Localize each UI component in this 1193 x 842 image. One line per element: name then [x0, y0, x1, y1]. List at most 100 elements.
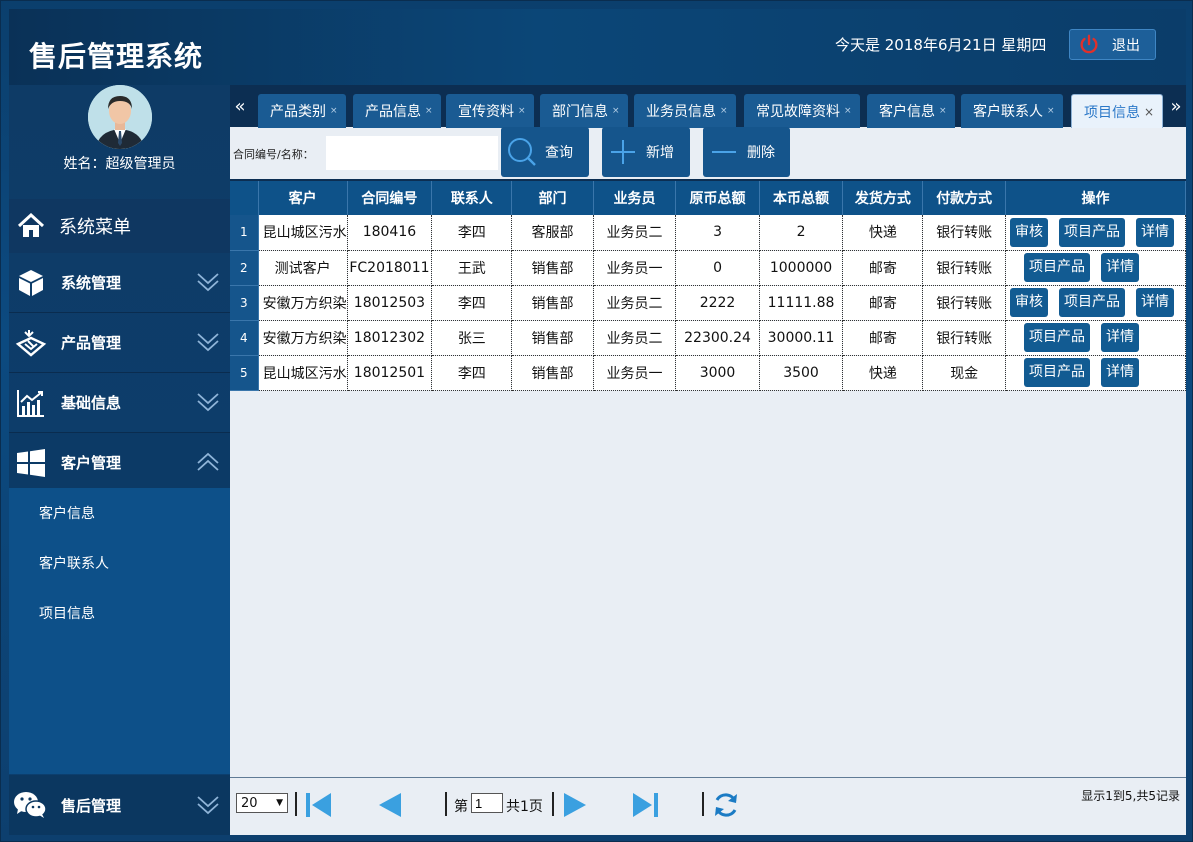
- chart-icon: [15, 387, 47, 419]
- column-header[interactable]: 联系人: [431, 181, 513, 215]
- app-title: 售后管理系统: [29, 40, 204, 73]
- cell-ship: 邮寄: [842, 285, 924, 321]
- table-row[interactable]: 3 安徽万方织染 18012503 李四 销售部 业务员二 2222 11111…: [230, 285, 1186, 321]
- project-products-button[interactable]: 项目产品: [1058, 217, 1125, 247]
- tab-label: 常见故障资料: [756, 104, 840, 120]
- cell-contract: 180416: [347, 215, 433, 251]
- tab-product-category[interactable]: 产品类别 ×: [258, 94, 346, 128]
- table-row[interactable]: 1 昆山城区污水 180416 李四 客服部 业务员二 3 2 快递 银行转账 …: [230, 215, 1186, 251]
- search-icon: [508, 138, 536, 166]
- close-icon[interactable]: ×: [425, 106, 433, 116]
- tab-promo-material[interactable]: 宣传资料 ×: [446, 94, 534, 128]
- dropdown-arrow-icon: ▼: [276, 798, 283, 808]
- column-header[interactable]: 合同编号: [347, 181, 433, 215]
- close-icon[interactable]: ×: [330, 106, 338, 116]
- tab-customer-info[interactable]: 客户信息 ×: [867, 94, 955, 128]
- cell-dept: 销售部: [511, 285, 594, 321]
- column-header[interactable]: 付款方式: [922, 181, 1006, 215]
- pager-separator: [295, 792, 297, 816]
- close-icon[interactable]: ×: [939, 106, 947, 116]
- close-icon[interactable]: ×: [1144, 105, 1154, 119]
- column-header[interactable]: 客户: [258, 181, 348, 215]
- close-icon[interactable]: ×: [1047, 106, 1055, 116]
- cell-sales: 业务员二: [593, 320, 677, 356]
- page-size-select[interactable]: 20 ▼: [236, 793, 288, 813]
- cell-customer: 昆山城区污水: [258, 355, 348, 391]
- tab-label: 产品信息: [365, 104, 421, 120]
- tab-scroll-right[interactable]: »: [1166, 95, 1186, 119]
- system-menu-title: 系统菜单: [9, 199, 230, 253]
- menu-group-system[interactable]: 系统管理: [9, 253, 230, 313]
- column-header[interactable]: 原币总额: [675, 181, 760, 215]
- plus-icon: [611, 140, 635, 164]
- add-button[interactable]: 新增: [602, 127, 690, 177]
- column-header[interactable]: 业务员: [593, 181, 677, 215]
- cell-contract: 18012501: [347, 355, 433, 391]
- approve-button[interactable]: 审核: [1009, 288, 1048, 317]
- cell-local-total: 11111.88: [759, 285, 844, 321]
- project-products-button[interactable]: 项目产品: [1023, 253, 1090, 282]
- chevron-down-icon: [197, 333, 219, 352]
- close-icon[interactable]: ×: [612, 106, 620, 116]
- cell-contact: 李四: [431, 215, 513, 251]
- first-page-icon[interactable]: [303, 790, 333, 820]
- cell-local-total: 1000000: [759, 250, 844, 286]
- details-button[interactable]: 详情: [1135, 217, 1174, 247]
- record-info: 显示1到5,共5记录: [1081, 789, 1180, 803]
- user-profile: 姓名：超级管理员: [9, 85, 230, 197]
- details-button[interactable]: 详情: [1135, 288, 1174, 317]
- cell-local-total: 3500: [759, 355, 844, 391]
- table-row[interactable]: 2 测试客户 FC2018011 王武 销售部 业务员一 0 1000000 邮…: [230, 250, 1186, 286]
- cell-sales: 业务员二: [593, 285, 677, 321]
- close-icon[interactable]: ×: [844, 106, 852, 116]
- submenu-customer-info[interactable]: 客户信息: [9, 488, 230, 538]
- menu-group-basic-info[interactable]: 基础信息: [9, 373, 230, 433]
- details-button[interactable]: 详情: [1100, 253, 1139, 282]
- next-page-icon[interactable]: [560, 790, 590, 820]
- close-icon[interactable]: ×: [720, 106, 728, 116]
- details-button[interactable]: 详情: [1100, 323, 1139, 352]
- details-button[interactable]: 详情: [1100, 358, 1139, 387]
- cell-orig-total: 0: [675, 250, 760, 286]
- menu-group-after-sales[interactable]: 售后管理: [9, 775, 230, 835]
- cell-orig-total: 3000: [675, 355, 760, 391]
- tab-faq-fault[interactable]: 常见故障资料 ×: [744, 94, 860, 128]
- tab-salesman[interactable]: 业务员信息 ×: [634, 94, 736, 128]
- avatar: [88, 85, 152, 149]
- close-icon[interactable]: ×: [518, 106, 526, 116]
- column-header[interactable]: 发货方式: [842, 181, 924, 215]
- tab-scroll-left[interactable]: «: [230, 95, 250, 119]
- menu-group-customer[interactable]: 客户管理: [9, 433, 230, 493]
- pager-separator: [702, 792, 704, 816]
- search-input[interactable]: [326, 136, 498, 170]
- tab-department[interactable]: 部门信息 ×: [540, 94, 628, 128]
- last-page-icon[interactable]: [631, 790, 661, 820]
- query-button[interactable]: 查询: [501, 127, 589, 177]
- main-content: « 产品类别 × 产品信息 × 宣传资料 × 部门信息 × 业务员信息 × 常见故障资料 ×…: [230, 85, 1186, 835]
- prev-page-icon[interactable]: [375, 790, 405, 820]
- column-header[interactable]: 部门: [511, 181, 594, 215]
- project-products-button[interactable]: 项目产品: [1023, 323, 1090, 352]
- cell-customer: 昆山城区污水: [258, 215, 348, 251]
- cell-pay: 现金: [922, 355, 1006, 391]
- submenu-project-info[interactable]: 项目信息: [9, 588, 230, 638]
- delete-button[interactable]: 删除: [703, 127, 790, 177]
- tab-customer-contact[interactable]: 客户联系人 ×: [961, 94, 1063, 128]
- tab-project-info[interactable]: 项目信息 ×: [1071, 94, 1164, 128]
- table-row[interactable]: 4 安徽万方织染 18012302 张三 销售部 业务员二 22300.24 3…: [230, 320, 1186, 356]
- refresh-icon[interactable]: [711, 790, 741, 820]
- approve-button[interactable]: 审核: [1009, 217, 1048, 247]
- tab-label: 项目信息: [1084, 104, 1140, 121]
- page-number-input[interactable]: [471, 793, 503, 813]
- column-header[interactable]: 本币总额: [759, 181, 844, 215]
- table-row[interactable]: 5 昆山城区污水 18012501 李四 销售部 业务员一 3000 3500 …: [230, 355, 1186, 391]
- tab-product-info[interactable]: 产品信息 ×: [353, 94, 441, 128]
- cell-ops: 项目产品 详情: [1005, 320, 1186, 356]
- logout-button[interactable]: 退出: [1069, 29, 1156, 60]
- minus-icon: [712, 151, 736, 153]
- menu-group-label: 售后管理: [61, 796, 122, 815]
- submenu-customer-contact[interactable]: 客户联系人: [9, 538, 230, 588]
- menu-group-product[interactable]: 产品管理: [9, 313, 230, 373]
- project-products-button[interactable]: 项目产品: [1058, 288, 1125, 317]
- project-products-button[interactable]: 项目产品: [1023, 358, 1090, 387]
